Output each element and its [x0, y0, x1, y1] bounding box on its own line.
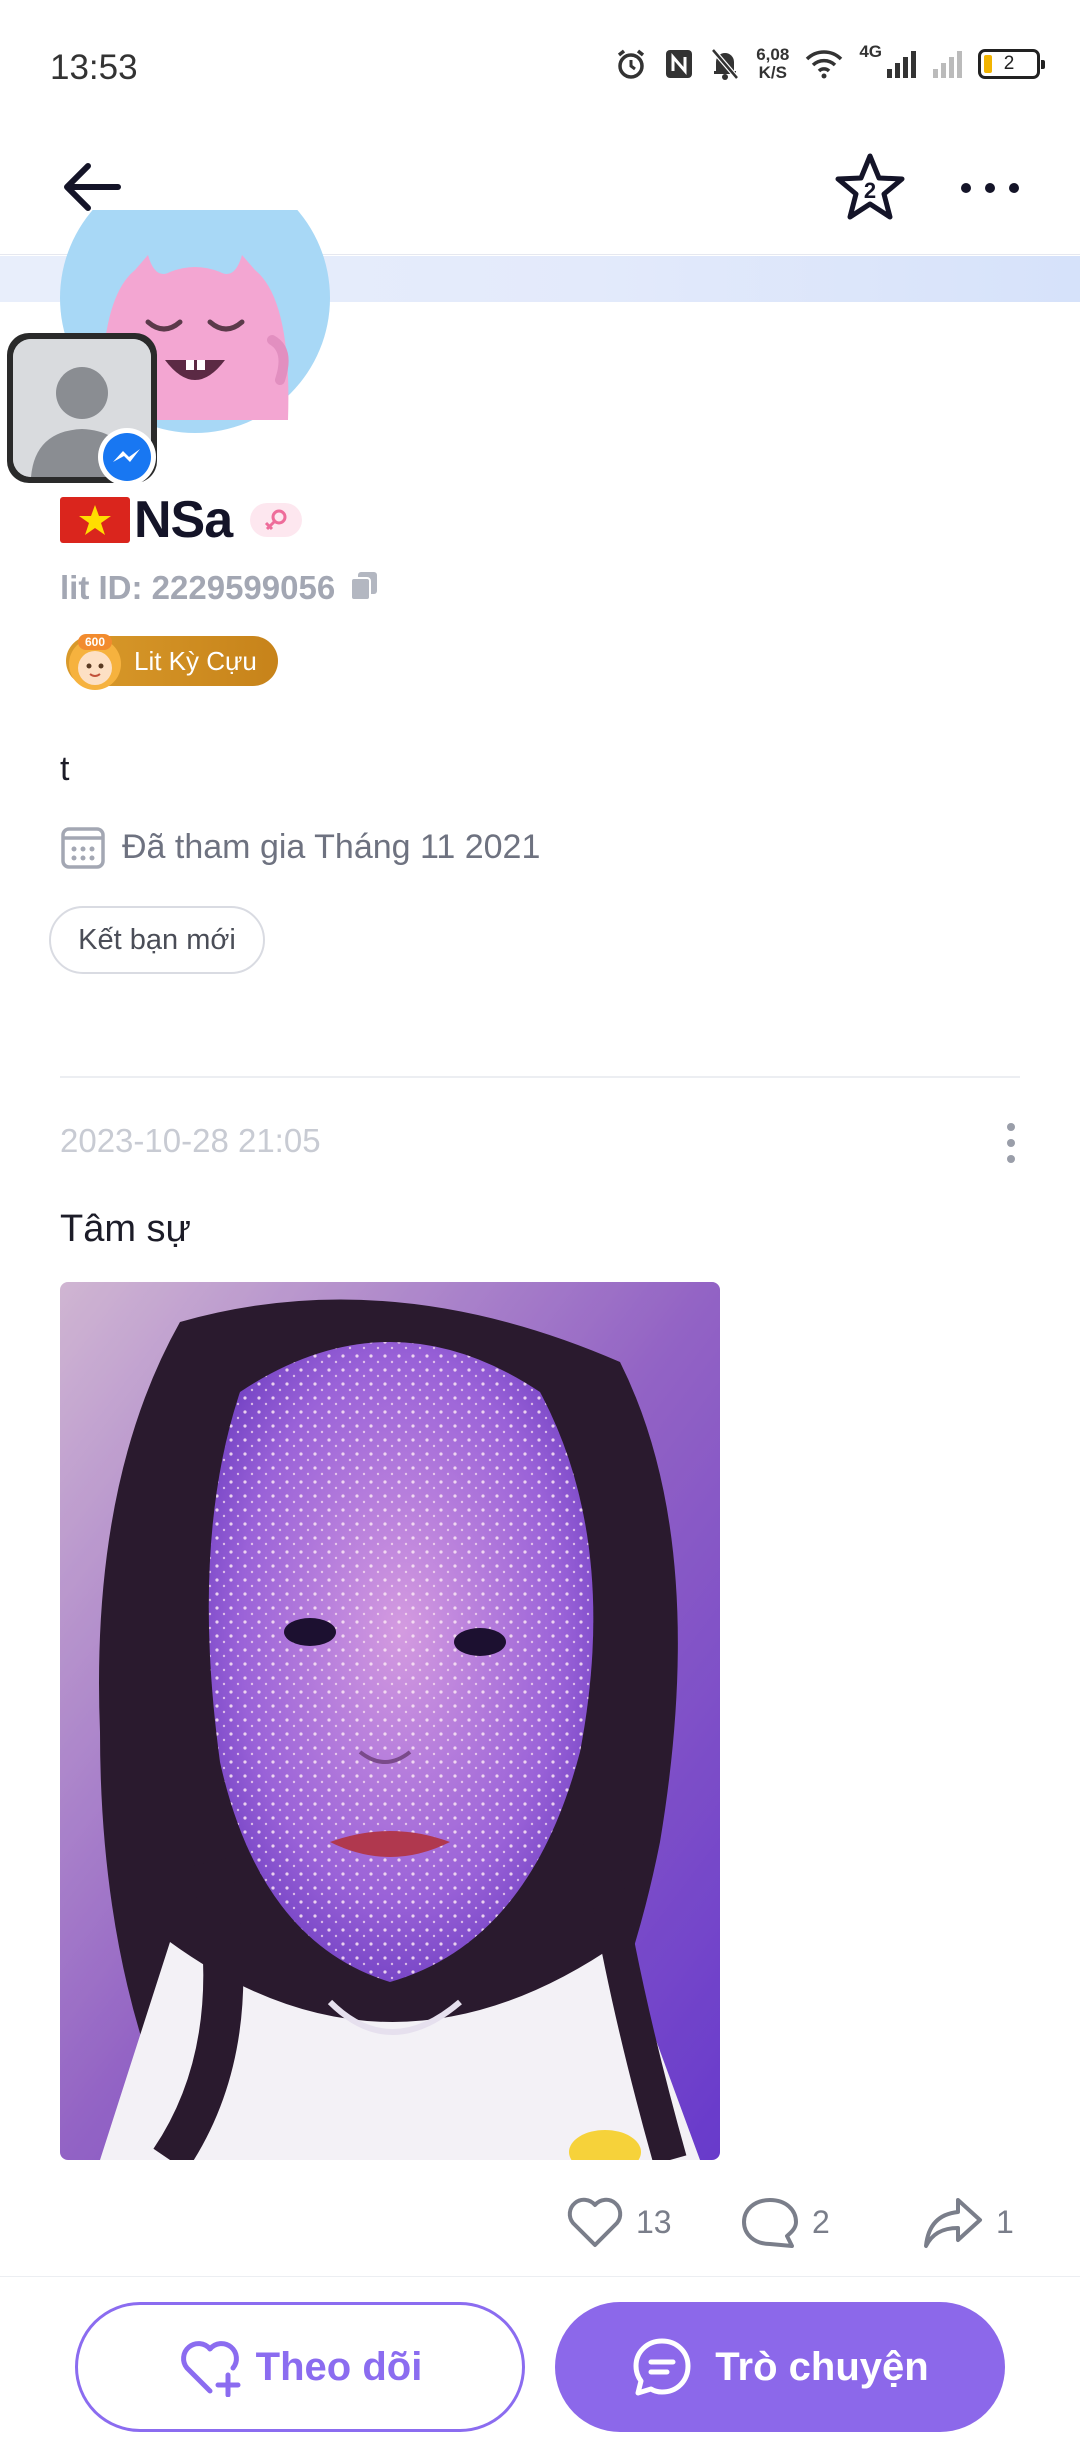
lit-id-row: lit ID: 2229599056: [60, 566, 379, 610]
post-timestamp: 2023-10-28 21:05: [60, 1122, 321, 1159]
nfc-icon: [664, 48, 694, 80]
joined-date: Đã tham gia Tháng 11 2021: [122, 827, 541, 866]
network-label: 4G: [859, 42, 882, 61]
battery-level: 2: [1003, 53, 1015, 74]
comment-button[interactable]: 2: [740, 2192, 830, 2252]
star-icon: 2: [835, 153, 905, 220]
female-icon: [250, 503, 303, 537]
net-speed: 6,08 K/S: [756, 46, 789, 82]
mute-bell-icon: [710, 47, 740, 81]
status-bar: 13:53 6,08 K/S 4G 2: [0, 0, 1080, 130]
favorite-badge: 2: [864, 178, 876, 203]
level-badge[interactable]: 600 Lit Kỳ Cựu: [66, 634, 278, 690]
heart-icon: [567, 2197, 623, 2247]
copy-icon[interactable]: [349, 570, 379, 607]
bottom-action-bar: Theo dõi Trò chuyện: [0, 2276, 1080, 2460]
lit-id: lit ID: 2229599056: [60, 569, 336, 606]
share-count: 1: [996, 2203, 1014, 2240]
wifi-icon: [805, 49, 843, 79]
comment-count: 2: [812, 2203, 830, 2240]
profile-name-row: NSa: [60, 488, 303, 552]
chat-bubble-icon: [633, 2338, 691, 2396]
share-button[interactable]: 1: [922, 2192, 1014, 2252]
tag-chip[interactable]: Kết bạn mới: [49, 906, 265, 974]
chat-label: Trò chuyện: [715, 2344, 929, 2389]
more-vertical-icon: [1007, 1123, 1015, 1163]
signal-icon-secondary: [932, 49, 962, 79]
follow-label: Theo dõi: [255, 2344, 423, 2389]
post-more-button[interactable]: [996, 1118, 1026, 1168]
follow-button[interactable]: Theo dõi: [75, 2302, 525, 2432]
level-number: 600: [85, 635, 105, 649]
chat-button[interactable]: Trò chuyện: [555, 2302, 1005, 2432]
like-count: 13: [636, 2203, 672, 2240]
profile-name: NSa: [134, 491, 233, 549]
comment-icon: [742, 2198, 798, 2248]
favorite-button[interactable]: 2: [832, 150, 908, 226]
post-image[interactable]: [60, 1282, 720, 2160]
vietnam-flag-icon: [60, 497, 130, 543]
calendar-icon: [61, 827, 105, 869]
section-divider: [60, 1076, 1020, 1078]
net-speed-value: 6,08: [756, 45, 790, 64]
status-time: 13:53: [50, 48, 138, 87]
battery-icon: 2: [978, 49, 1045, 79]
more-horizontal-icon: [961, 183, 1019, 193]
heart-plus-icon: [180, 2341, 241, 2397]
alarm-icon: [614, 47, 648, 81]
level-badge-label: Lit Kỳ Cựu: [134, 645, 257, 676]
joined-row: Đã tham gia Tháng 11 2021: [60, 822, 540, 872]
profile-bio: t: [60, 750, 70, 788]
signal-icon: [886, 49, 916, 79]
post-text: Tâm sự: [60, 1208, 191, 1250]
like-button[interactable]: 13: [566, 2192, 672, 2252]
more-options-button[interactable]: [955, 162, 1025, 214]
messenger-icon: [98, 428, 156, 486]
net-speed-unit: K/S: [758, 63, 787, 82]
status-icons: 6,08 K/S 4G 2: [614, 42, 1045, 84]
share-icon: [924, 2198, 982, 2248]
level-emblem-icon: 600: [64, 630, 126, 692]
